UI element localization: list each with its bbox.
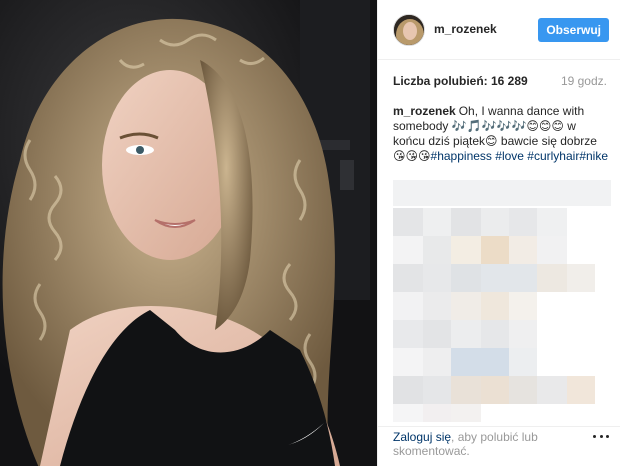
hashtag-link[interactable]: #nike xyxy=(579,149,608,163)
profile-username-link[interactable]: m_rozenek xyxy=(434,22,497,36)
login-link[interactable]: Zaloguj się xyxy=(393,430,451,444)
avatar[interactable] xyxy=(393,14,425,46)
caption-username-link[interactable]: m_rozenek xyxy=(393,104,456,118)
post-header: m_rozenek Obserwuj xyxy=(378,0,620,60)
likes-row: Liczba polubień: 16 289 19 godz. xyxy=(393,74,607,90)
login-prompt: Zaloguj się, aby polubić lub skomentować… xyxy=(393,430,588,458)
post-footer: Zaloguj się, aby polubić lub skomentować… xyxy=(378,426,620,466)
hashtag-link[interactable]: #happiness xyxy=(431,149,492,163)
instagram-post-embed: m_rozenek Obserwuj Liczba polubień: 16 2… xyxy=(0,0,620,466)
likes-count[interactable]: Liczba polubień: 16 289 xyxy=(393,74,528,88)
follow-button[interactable]: Obserwuj xyxy=(538,18,609,42)
post-photo[interactable] xyxy=(0,0,377,466)
post-sidebar: m_rozenek Obserwuj Liczba polubień: 16 2… xyxy=(377,0,620,466)
hashtag-link[interactable]: #love xyxy=(495,149,524,163)
post-timestamp[interactable]: 19 godz. xyxy=(561,74,607,88)
obscured-comments xyxy=(393,178,611,424)
post-caption: m_rozenek Oh, I wanna dance with somebody… xyxy=(393,104,611,164)
post-photo-image xyxy=(0,0,377,466)
avatar-image xyxy=(394,15,424,45)
more-options-icon[interactable] xyxy=(593,435,609,441)
hashtag-link[interactable]: #curlyhair xyxy=(527,149,579,163)
